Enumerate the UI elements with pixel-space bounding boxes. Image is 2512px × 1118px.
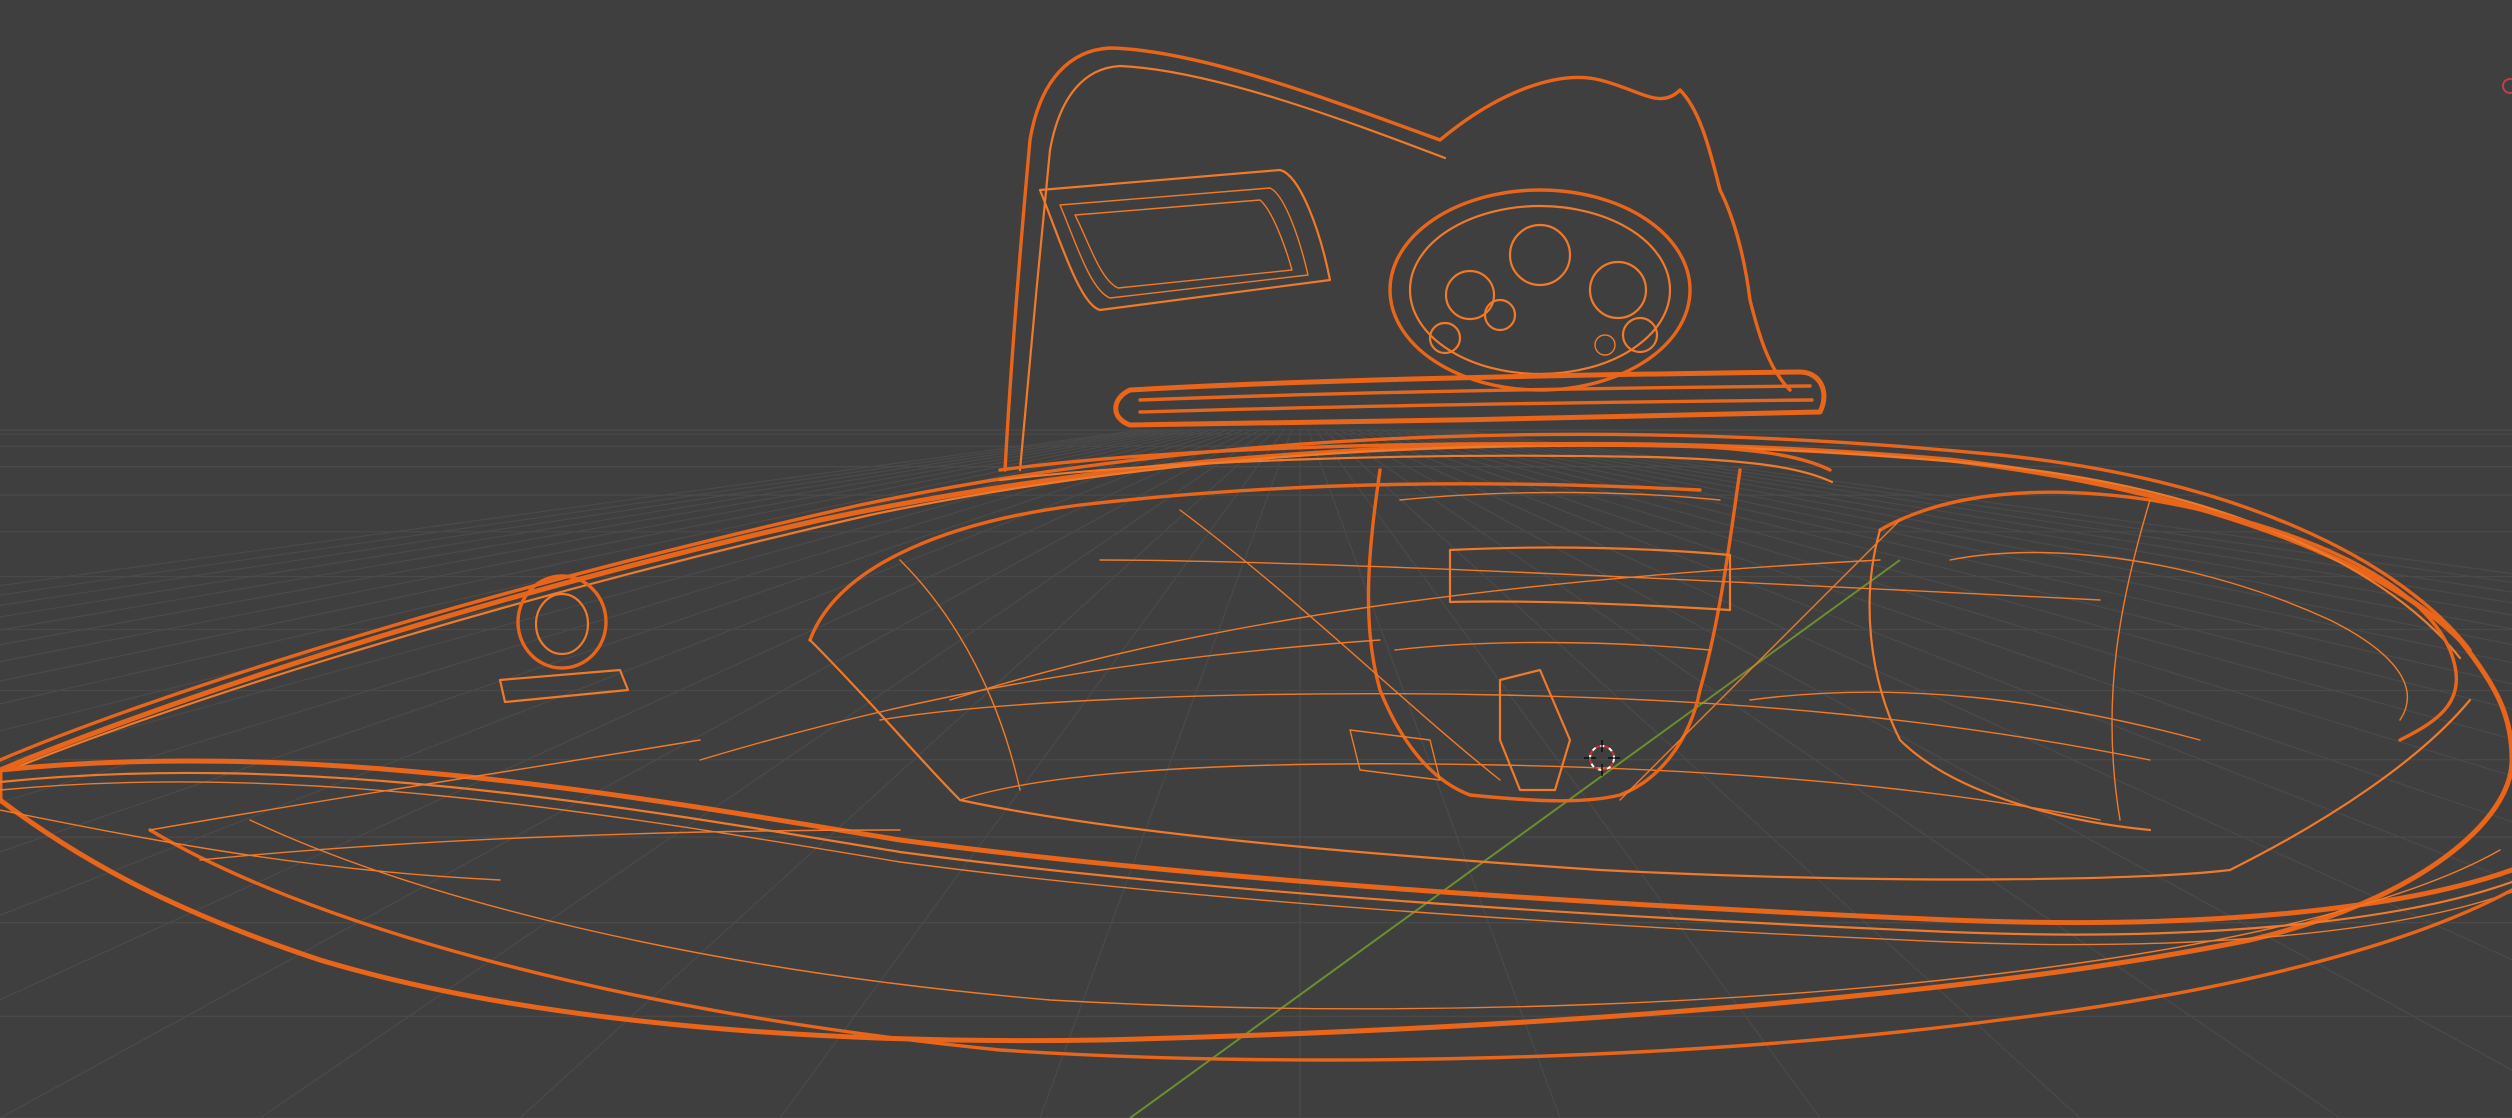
grid-line [1435, 429, 2512, 604]
grid-line [1403, 429, 2512, 664]
dash-bar-3 [1138, 398, 1814, 414]
gauge-d [1483, 298, 1517, 332]
internal-wire-2 [1619, 519, 1901, 801]
nose-line-a [149, 739, 701, 831]
column-stem [1498, 668, 1572, 792]
3d-cursor-icon[interactable] [1584, 740, 1620, 776]
3d-viewport[interactable] [0, 0, 2512, 1118]
column-inner-a [1399, 491, 1721, 501]
floor-grid [0, 429, 2512, 1118]
grid-line [1039, 429, 1293, 1118]
tub-left-edge [808, 482, 1702, 642]
grid-line [519, 429, 1277, 1118]
grid-line [779, 429, 1285, 1118]
tub-right-inner [1949, 551, 2409, 721]
gauge-g [1594, 334, 1616, 356]
column-plate [1448, 546, 1732, 612]
internal-wire-5 [699, 639, 1381, 761]
cabin-window-inner-2 [1074, 199, 1293, 289]
column-block [1366, 468, 1742, 803]
viewport-canvas[interactable] [0, 0, 2512, 1118]
grid-line [1387, 429, 2512, 710]
column-inner-b [1394, 641, 1711, 651]
dash-bar-2 [1138, 384, 1812, 402]
ring-inner [534, 592, 590, 656]
tub-floor-a [959, 763, 2101, 821]
mesh-wireframe[interactable] [0, 46, 2512, 1062]
gauge-c [1588, 260, 1648, 320]
hull-bottom [148, 828, 2512, 1062]
hull-rail-inner [0, 771, 2512, 936]
grid-line [1339, 429, 2512, 1071]
grid-line [1395, 429, 2512, 685]
gauge-a [1444, 269, 1496, 321]
hull-bottom-inner [249, 819, 2501, 1010]
gizmo-edge-indicator[interactable] [2502, 78, 2512, 94]
gauge-f [1621, 316, 1659, 354]
grid-line [1331, 429, 2341, 1118]
grid-line [1363, 429, 2512, 823]
gauge-b [1508, 223, 1572, 287]
tub-floor-b [879, 693, 2151, 761]
grid-line [1411, 429, 2512, 646]
